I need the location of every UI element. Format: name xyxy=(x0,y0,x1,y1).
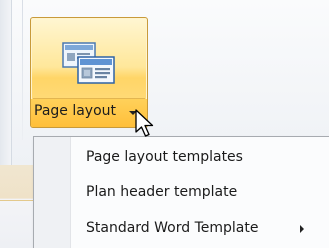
chevron-down-icon xyxy=(129,111,137,115)
page-layout-split-button[interactable]: Page layout xyxy=(30,17,148,128)
menu-item-label: Page layout templates xyxy=(86,149,243,165)
page-layout-dropdown-button[interactable]: Page layout xyxy=(31,99,147,127)
page-layout-main-button[interactable] xyxy=(31,18,147,98)
page-layout-label: Page layout xyxy=(34,103,117,119)
ribbon-bottom-area xyxy=(0,165,34,248)
chevron-right-icon xyxy=(300,225,304,233)
menu-item-label: Standard Word Template xyxy=(86,220,259,236)
app-window: Page layout Page layout templates Plan h… xyxy=(0,0,329,248)
ribbon-group-separator xyxy=(22,0,23,140)
page-layout-dropdown-menu: Page layout templates Plan header templa… xyxy=(33,136,329,248)
menu-item-plan-header-template[interactable]: Plan header template xyxy=(36,176,326,210)
menu-item-label: Plan header template xyxy=(86,184,238,200)
menu-item-standard-word-template[interactable]: Standard Word Template xyxy=(36,212,326,246)
ribbon-bottom-divider xyxy=(0,200,34,201)
page-layout-icon xyxy=(62,42,115,84)
menu-item-page-layout-templates[interactable]: Page layout templates xyxy=(36,141,326,175)
